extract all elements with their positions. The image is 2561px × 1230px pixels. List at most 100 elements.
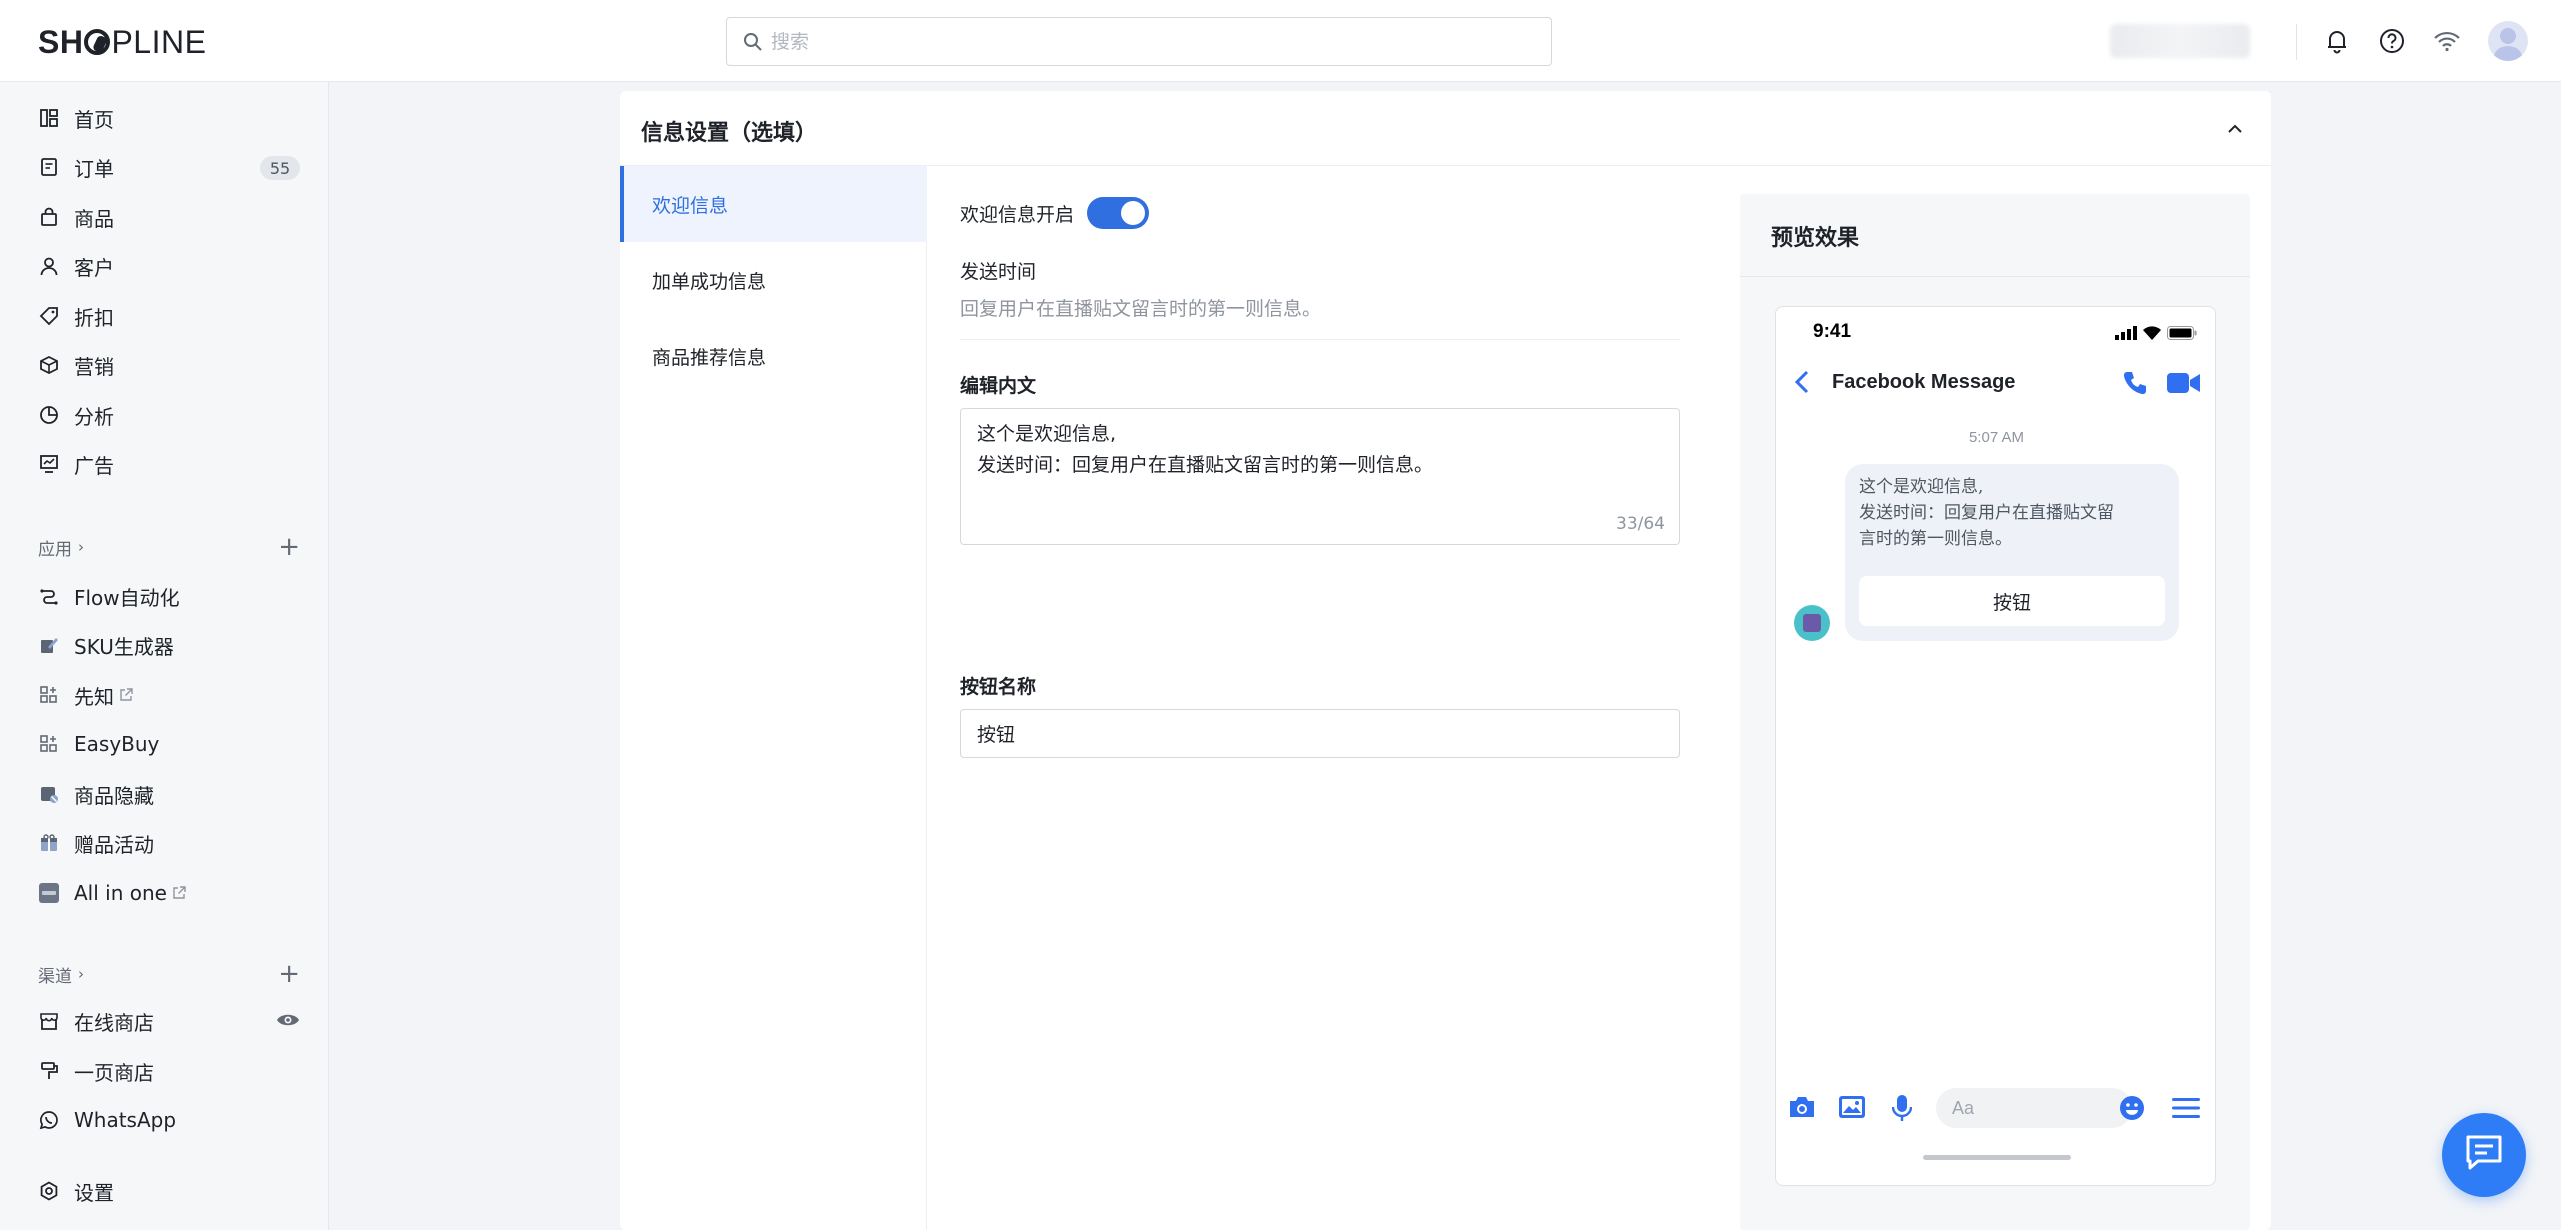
message-content-textarea[interactable]: 这个是欢迎信息, 发送时间：回复用户在直播贴文留言时的第一则信息。 33/64 xyxy=(960,408,1680,545)
send-time-hint: 回复用户在直播贴文留言时的第一则信息。 xyxy=(960,298,1322,320)
sidebar-item-products[interactable]: 商品 xyxy=(38,197,300,237)
sidebar-item-orders[interactable]: 订单 55 xyxy=(38,147,300,187)
camera-icon[interactable] xyxy=(1788,1095,1816,1123)
sidebar-item-online-store[interactable]: 在线商店 xyxy=(38,1001,300,1041)
message-timestamp: 5:07 AM xyxy=(1968,429,2025,446)
phone-call-icon[interactable] xyxy=(2121,369,2149,401)
menu-icon[interactable] xyxy=(2172,1097,2200,1123)
page-avatar xyxy=(1794,605,1830,641)
button-name-input[interactable]: 按钮 xyxy=(960,709,1680,758)
account-switcher[interactable] xyxy=(2110,24,2250,58)
sku-icon xyxy=(38,634,60,656)
message-composer-input[interactable]: Aa xyxy=(1936,1088,2132,1128)
home-indicator xyxy=(1923,1155,2071,1160)
sidebar-item-flow[interactable]: Flow自动化 xyxy=(38,576,300,616)
eye-icon[interactable] xyxy=(276,1010,300,1034)
logo-o-mark xyxy=(84,29,111,55)
sidebar-item-label: 客户 xyxy=(74,255,114,280)
home-icon xyxy=(38,107,60,129)
flow-icon xyxy=(38,585,60,607)
bell-icon[interactable] xyxy=(2321,25,2353,57)
sidebar-item-discounts[interactable]: 折扣 xyxy=(38,296,300,336)
sidebar: 首页 订单 55 商品 客户 折扣 营销 分析 广告 应用 › + Flow自动… xyxy=(0,82,329,1230)
shopline-logo[interactable]: SH PLINE xyxy=(38,22,206,62)
search-icon xyxy=(743,32,763,56)
sidebar-item-all-in-one[interactable]: All in one xyxy=(38,873,300,913)
whatsapp-icon xyxy=(38,1109,60,1131)
image-icon[interactable] xyxy=(1838,1095,1866,1123)
support-chat-button[interactable] xyxy=(2442,1113,2526,1197)
channels-section-title[interactable]: 渠道 › + xyxy=(38,959,300,989)
top-bar: SH PLINE xyxy=(0,0,2561,82)
tab-order-success-message[interactable]: 加单成功信息 xyxy=(620,242,927,318)
hide-icon xyxy=(38,783,60,805)
form-divider xyxy=(960,339,1680,340)
microphone-icon[interactable] xyxy=(1891,1095,1913,1125)
sidebar-item-analytics[interactable]: 分析 xyxy=(38,395,300,435)
tab-product-recommendation-message[interactable]: 商品推荐信息 xyxy=(620,318,927,394)
sidebar-item-label: 分析 xyxy=(74,404,114,429)
sidebar-item-sku[interactable]: SKU生成器 xyxy=(38,625,300,665)
sidebar-item-label: 在线商店 xyxy=(74,1010,154,1035)
contact-name: Facebook Message xyxy=(1832,371,2016,393)
card-title: 信息设置（选填） xyxy=(641,121,818,146)
sidebar-item-home[interactable]: 首页 xyxy=(38,98,300,138)
avatar[interactable] xyxy=(2488,21,2528,61)
sidebar-item-customers[interactable]: 客户 xyxy=(38,246,300,286)
add-app-icon[interactable]: + xyxy=(278,532,300,562)
sidebar-item-label: All in one xyxy=(74,881,167,905)
message-settings-card: 信息设置（选填） 欢迎信息 加单成功信息 商品推荐信息 欢迎信息开启 发送时间 … xyxy=(620,91,2271,1230)
bubble-line: 这个是欢迎信息, xyxy=(1859,477,1984,497)
sidebar-item-settings[interactable]: 设置 xyxy=(38,1171,300,1211)
user-icon xyxy=(38,255,60,277)
preview-divider xyxy=(1740,276,2250,277)
bubble-line: 发送时间：回复用户在直播贴文留 xyxy=(1859,503,2114,523)
sidebar-item-label: 商品 xyxy=(74,206,114,231)
toggle-label: 欢迎信息开启 xyxy=(960,204,1075,226)
sidebar-item-ads[interactable]: 广告 xyxy=(38,444,300,484)
sidebar-item-label: WhatsApp xyxy=(74,1108,177,1132)
sidebar-item-label: 首页 xyxy=(74,107,114,132)
external-link-icon xyxy=(171,885,187,901)
wifi-icon[interactable] xyxy=(2431,25,2463,57)
chat-icon xyxy=(2464,1134,2504,1176)
tab-welcome-message[interactable]: 欢迎信息 xyxy=(620,166,927,242)
chevron-up-icon[interactable] xyxy=(2223,117,2247,141)
back-arrow-icon[interactable] xyxy=(1794,369,1810,399)
phone-mockup: 9:41 Facebook Message 5:07 AM 这个是欢迎信息, 发… xyxy=(1775,306,2216,1186)
sidebar-item-whatsapp[interactable]: WhatsApp xyxy=(38,1100,300,1140)
video-call-icon[interactable] xyxy=(2167,371,2201,399)
sidebar-item-label: EasyBuy xyxy=(74,732,160,756)
allinone-icon xyxy=(38,882,60,904)
sidebar-item-label: 设置 xyxy=(74,1180,114,1205)
sidebar-item-one-page-store[interactable]: 一页商店 xyxy=(38,1051,300,1091)
sidebar-item-marketing[interactable]: 营销 xyxy=(38,345,300,385)
battery-icon xyxy=(2167,325,2197,344)
add-channel-icon[interactable]: + xyxy=(278,959,300,989)
search-box[interactable] xyxy=(726,17,1552,66)
message-type-tabs: 欢迎信息 加单成功信息 商品推荐信息 xyxy=(620,166,927,1230)
top-divider xyxy=(2296,24,2297,60)
help-icon[interactable] xyxy=(2376,25,2408,57)
preview-panel: 预览效果 9:41 Facebook Message 5:07 AM 这个是欢迎… xyxy=(1740,194,2250,1230)
sidebar-item-xianzhi[interactable]: 先知 xyxy=(38,675,300,715)
sidebar-item-label: 商品隐藏 xyxy=(74,783,154,808)
ad-icon xyxy=(38,453,60,475)
bubble-action-button[interactable]: 按钮 xyxy=(1859,576,2165,626)
char-counter: 33/64 xyxy=(1616,514,1665,534)
gear-icon xyxy=(38,1180,60,1202)
chevron-right-icon: › xyxy=(78,965,84,983)
apps-section-title[interactable]: 应用 › + xyxy=(38,532,300,562)
sidebar-item-hide-products[interactable]: 商品隐藏 xyxy=(38,774,300,814)
bag-icon xyxy=(38,206,60,228)
sidebar-item-gift-campaign[interactable]: 赠品活动 xyxy=(38,823,300,863)
welcome-message-toggle[interactable] xyxy=(1087,197,1149,229)
search-input[interactable] xyxy=(771,30,1551,53)
sidebar-item-easybuy[interactable]: EasyBuy xyxy=(38,724,300,764)
button-name-label: 按钮名称 xyxy=(960,676,1037,698)
sidebar-item-label: 赠品活动 xyxy=(74,832,154,857)
apps-icon xyxy=(38,684,60,706)
content-line: 发送时间：回复用户在直播贴文留言时的第一则信息。 xyxy=(977,454,1434,476)
emoji-icon[interactable] xyxy=(2119,1095,2145,1125)
sidebar-item-label: 订单 xyxy=(74,156,114,181)
